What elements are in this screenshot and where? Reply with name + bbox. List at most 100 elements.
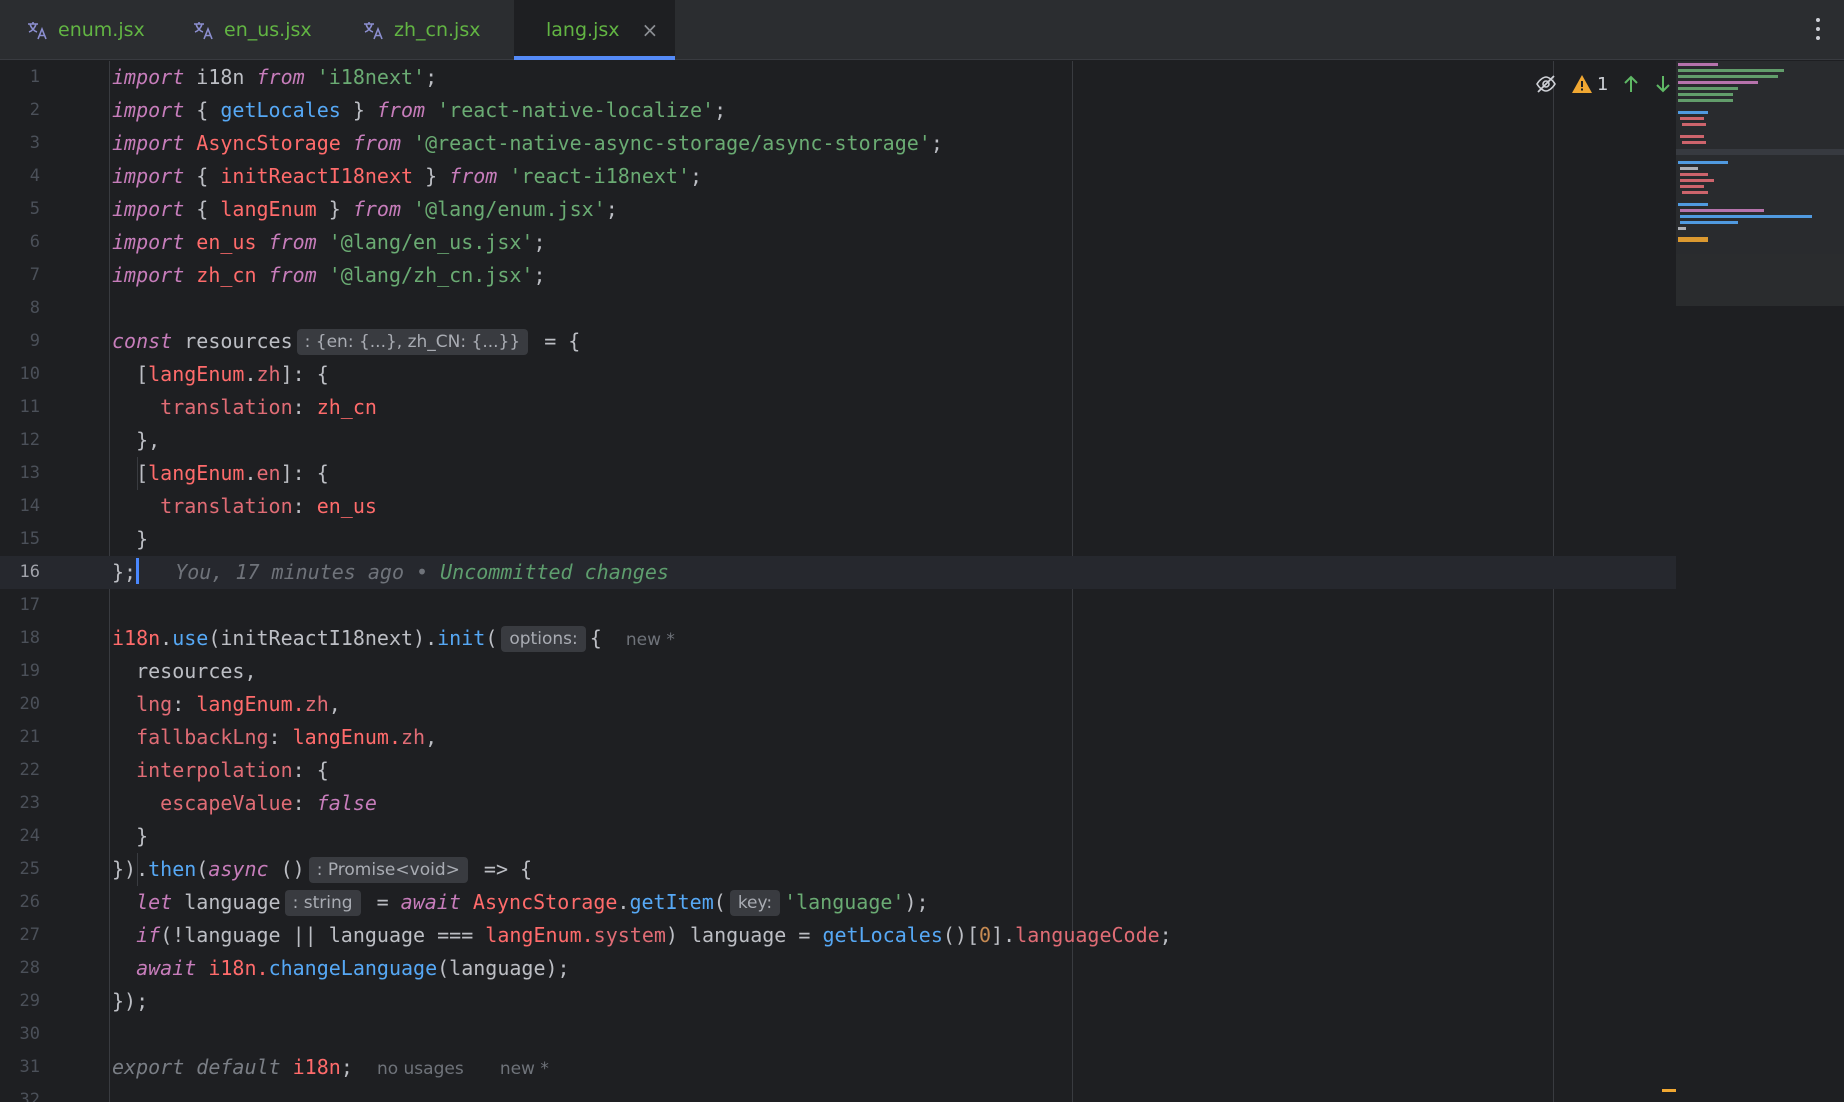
code-line[interactable]: 6 import en_us from '@lang/en_us.jsx'; (0, 226, 1676, 259)
tab-en-us-jsx[interactable]: en_us.jsx (170, 0, 334, 60)
code-text: import en_us from '@lang/en_us.jsx'; (112, 230, 546, 254)
line-number: 6 (29, 232, 40, 252)
line-number: 28 (19, 958, 40, 978)
line-number: 27 (19, 925, 40, 945)
editor-tab-bar: enum.jsx en_us.jsx zh_cn.jsx lang.jsx × (0, 0, 1844, 60)
code-text: fallbackLng: langEnum.zh, (136, 725, 438, 749)
code-line[interactable]: 32 (0, 1084, 1676, 1102)
author-hint: new * (499, 1059, 549, 1079)
code-text: await i18n.changeLanguage(language); (136, 956, 570, 980)
code-line[interactable]: 10 [langEnum.zh]: { (0, 358, 1676, 391)
code-line[interactable]: 17 (0, 589, 1676, 622)
tab-enum-jsx[interactable]: enum.jsx (4, 0, 167, 60)
line-number: 26 (19, 892, 40, 912)
code-line[interactable]: 23 escapeValue: false (0, 787, 1676, 820)
code-line[interactable]: 20 lng: langEnum.zh, (0, 688, 1676, 721)
code-line[interactable]: 11 translation: zh_cn (0, 391, 1676, 424)
line-number: 10 (19, 364, 40, 384)
code-text: import { getLocales } from 'react-native… (112, 98, 727, 122)
code-editor[interactable]: 1 import i18n from 'i18next'; 2 import {… (0, 61, 1844, 1102)
line-number: 24 (19, 826, 40, 846)
code-text: resources, (112, 659, 257, 683)
more-vertical-icon[interactable] (1814, 18, 1822, 40)
tab-lang-jsx[interactable]: lang.jsx × (514, 0, 675, 60)
code-line[interactable]: 24 } (0, 820, 1676, 853)
code-line[interactable]: 25 }).then(async (): Promise<void> => { (0, 853, 1676, 886)
code-line[interactable]: 31 export default i18n; no usages new * (0, 1051, 1676, 1084)
tab-label: en_us.jsx (224, 19, 312, 41)
line-number: 19 (19, 661, 40, 681)
line-number: 13 (19, 463, 40, 483)
code-line[interactable]: 30 (0, 1018, 1676, 1051)
arrow-up-icon[interactable] (1622, 74, 1640, 94)
line-number: 21 (19, 727, 40, 747)
line-number: 12 (19, 430, 40, 450)
close-icon[interactable]: × (642, 18, 659, 42)
code-line[interactable]: 15 } (0, 523, 1676, 556)
arrow-down-icon[interactable] (1654, 74, 1672, 94)
code-line[interactable]: 9 const resources: {en: {...}, zh_CN: {.… (0, 325, 1676, 358)
line-number: 9 (29, 331, 40, 351)
line-number: 23 (19, 793, 40, 813)
type-hint: : string (284, 890, 361, 916)
code-line[interactable]: 21 fallbackLng: langEnum.zh, (0, 721, 1676, 754)
code-text: }; You, 17 minutes ago • Uncommitted cha… (112, 558, 669, 584)
line-number: 2 (29, 100, 40, 120)
code-line[interactable]: 4 import { initReactI18next } from 'reac… (0, 160, 1676, 193)
line-number: 7 (29, 265, 40, 285)
line-number: 32 (19, 1090, 40, 1102)
translate-icon (364, 22, 383, 40)
code-line[interactable]: 3 import AsyncStorage from '@react-nativ… (0, 127, 1676, 160)
param-hint: key: (729, 890, 781, 916)
code-text: if(!language || language === langEnum.sy… (136, 923, 1172, 947)
code-text: }, (112, 428, 161, 452)
code-text: import { langEnum } from '@lang/enum.jsx… (112, 197, 618, 221)
tab-label: lang.jsx (546, 19, 620, 41)
code-text: } (112, 527, 149, 551)
line-number: 31 (19, 1057, 40, 1077)
code-line[interactable]: 27 if(!language || language === langEnum… (0, 919, 1676, 952)
type-hint: : {en: {...}, zh_CN: {...}} (296, 329, 529, 355)
line-number: 1 (29, 67, 40, 87)
hide-inlay-hints-icon[interactable] (1535, 74, 1557, 94)
line-number: 30 (19, 1024, 40, 1044)
code-text: translation: zh_cn (160, 395, 377, 419)
code-line[interactable]: 2 import { getLocales } from 'react-nati… (0, 94, 1676, 127)
code-text: const resources: {en: {...}, zh_CN: {...… (112, 329, 581, 355)
code-line[interactable]: 29 }); (0, 985, 1676, 1018)
line-number: 8 (29, 298, 40, 318)
code-line[interactable]: 14 translation: en_us (0, 490, 1676, 523)
line-number: 29 (19, 991, 40, 1011)
code-text: import zh_cn from '@lang/zh_cn.jsx'; (112, 263, 546, 287)
line-number: 20 (19, 694, 40, 714)
warning-icon (1572, 75, 1592, 93)
tab-zh-cn-jsx[interactable]: zh_cn.jsx (340, 0, 502, 60)
code-line[interactable]: 18 i18n.use(initReactI18next).init(optio… (0, 622, 1676, 655)
line-number: 4 (29, 166, 40, 186)
line-number: 25 (19, 859, 40, 879)
code-text: translation: en_us (160, 494, 377, 518)
line-number: 5 (29, 199, 40, 219)
text-caret (136, 558, 140, 584)
code-text: } (112, 824, 149, 848)
code-line[interactable]: 26 let language: string = await AsyncSto… (0, 886, 1676, 919)
warning-stripe-marker[interactable] (1662, 1089, 1676, 1092)
code-text: interpolation: { (136, 758, 329, 782)
code-line[interactable]: 12 }, (0, 424, 1676, 457)
code-line[interactable]: 1 import i18n from 'i18next'; (0, 61, 1676, 94)
code-text: import AsyncStorage from '@react-native-… (112, 131, 943, 155)
translate-icon (28, 22, 47, 40)
code-line[interactable]: 19 resources, (0, 655, 1676, 688)
code-line[interactable]: 5 import { langEnum } from '@lang/enum.j… (0, 193, 1676, 226)
code-line[interactable]: 28 await i18n.changeLanguage(language); (0, 952, 1676, 985)
code-line[interactable]: 22 interpolation: { (0, 754, 1676, 787)
warning-count-button[interactable]: 1 (1571, 74, 1608, 95)
warning-count: 1 (1597, 73, 1609, 95)
code-line-current[interactable]: 16 }; You, 17 minutes ago • Uncommitted … (0, 556, 1676, 589)
line-number: 22 (19, 760, 40, 780)
code-line[interactable]: 13 [langEnum.en]: { (0, 457, 1676, 490)
code-line[interactable]: 7 import zh_cn from '@lang/zh_cn.jsx'; (0, 259, 1676, 292)
minimap[interactable] (1676, 61, 1844, 306)
git-blame-annotation: You, 17 minutes ago • Uncommitted change… (175, 560, 669, 584)
code-line[interactable]: 8 (0, 292, 1676, 325)
